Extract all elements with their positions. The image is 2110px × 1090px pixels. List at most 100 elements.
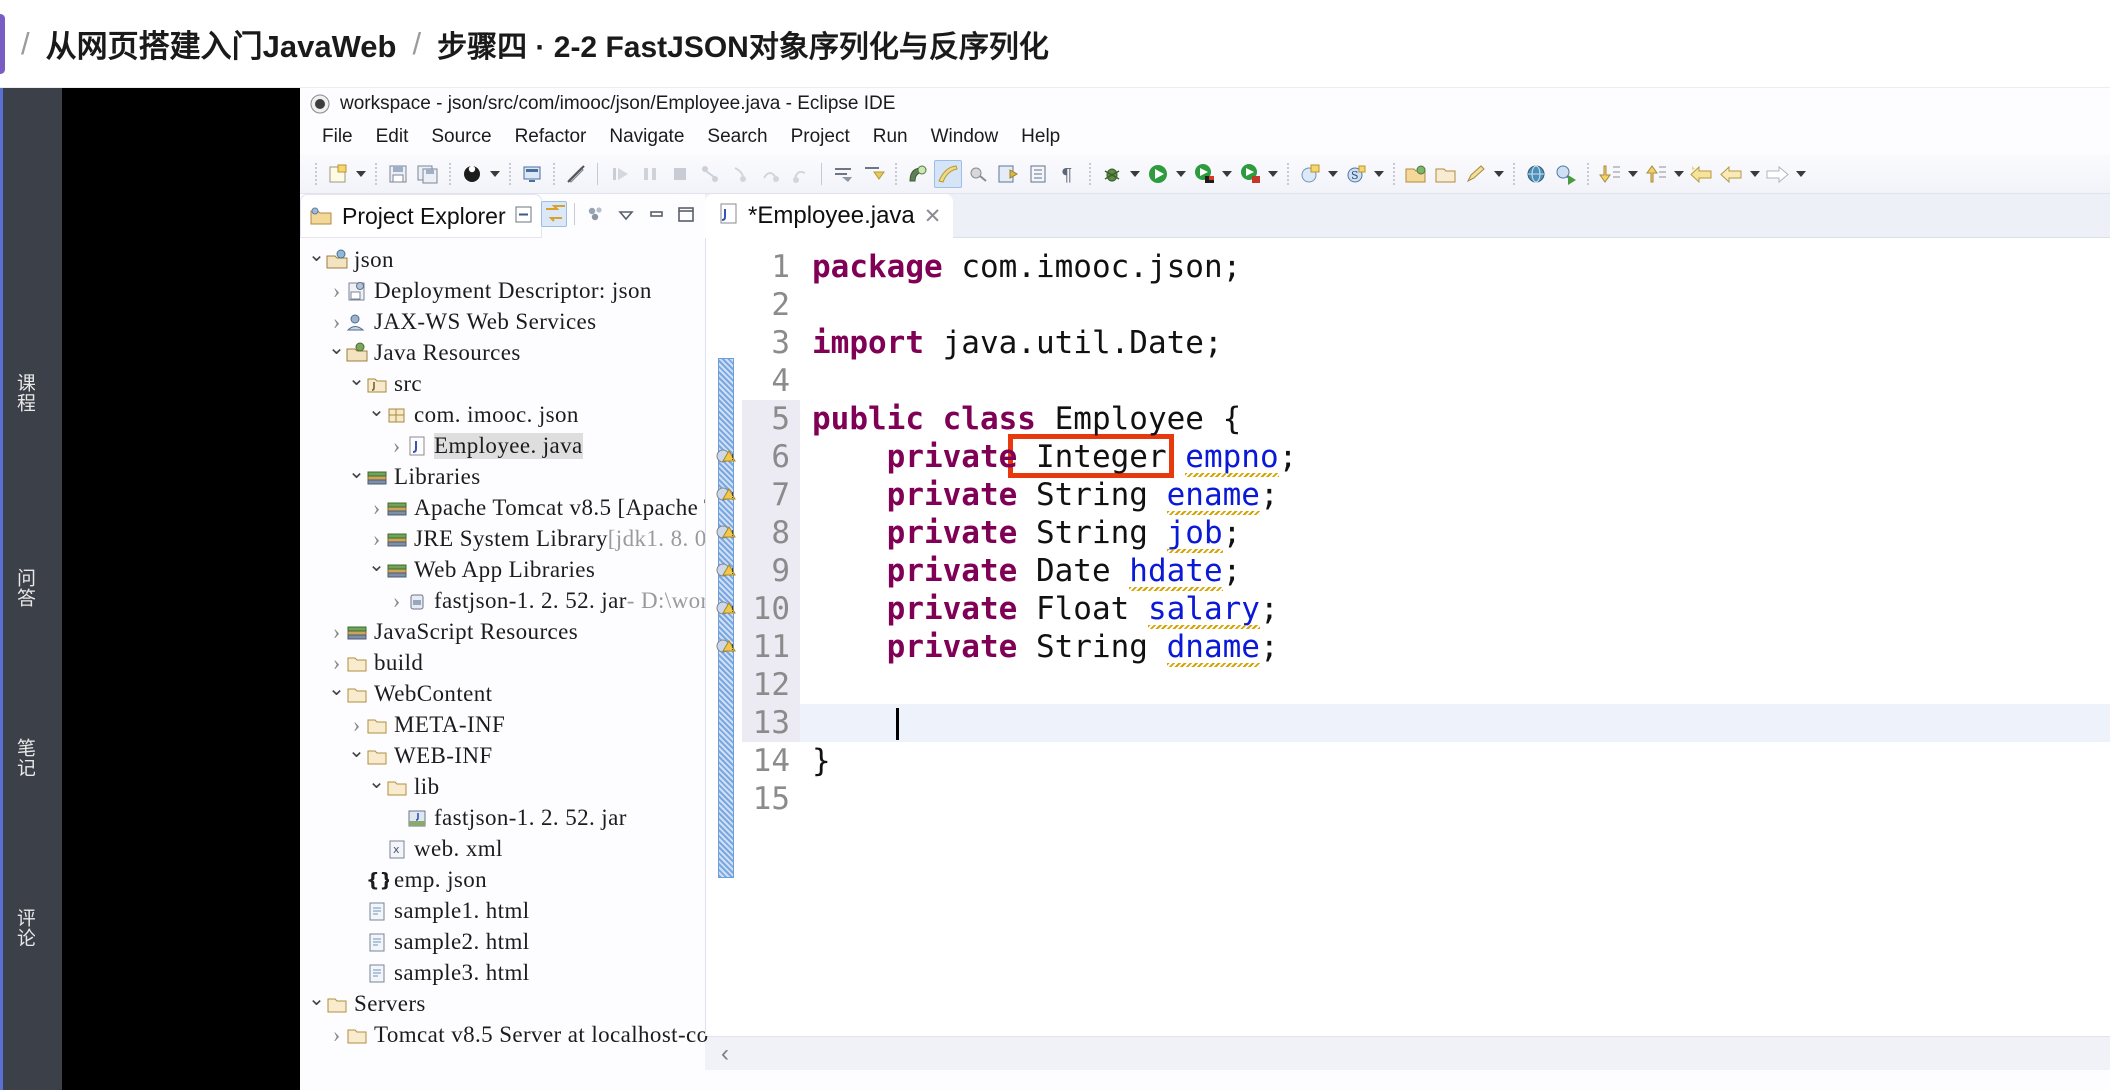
profile-icon[interactable] [1236, 160, 1264, 188]
chevron-down-icon[interactable] [308, 247, 325, 272]
rail-label-2[interactable]: 笔记 [9, 738, 35, 778]
tab-employee-java[interactable]: *Employee.java ✕ [705, 194, 954, 238]
print-icon[interactable] [458, 160, 486, 188]
previous-edit-dropdown-icon[interactable] [1672, 160, 1686, 188]
chevron-down-icon[interactable] [328, 340, 345, 365]
save-all-icon[interactable] [414, 160, 442, 188]
tree-item[interactable]: fastjson-1. 2. 52. jar [300, 802, 705, 833]
chevron-right-icon[interactable] [388, 433, 405, 459]
code-line[interactable] [800, 362, 2110, 400]
tree-item[interactable]: json [300, 244, 705, 275]
tab-project-explorer[interactable]: Project Explorer ✕ [300, 194, 543, 238]
debug-dropdown-icon[interactable] [1128, 160, 1142, 188]
menu-edit[interactable]: Edit [366, 123, 419, 151]
web-browser-icon[interactable] [1522, 160, 1550, 188]
code-line[interactable] [800, 704, 2110, 742]
tree-item[interactable]: Apache Tomcat v8.5 [Apache Tomc [300, 492, 757, 523]
back-history-icon[interactable] [1718, 160, 1746, 188]
forward-dropdown-icon[interactable] [1794, 160, 1808, 188]
code-line[interactable]: private String job; [800, 514, 2110, 552]
tree-item[interactable]: src [300, 368, 705, 399]
menu-navigate[interactable]: Navigate [599, 123, 694, 151]
code-line[interactable] [800, 780, 2110, 818]
tree-item[interactable]: Deployment Descriptor: json [300, 275, 705, 306]
menu-refactor[interactable]: Refactor [505, 123, 597, 151]
editor-tab-close-icon[interactable]: ✕ [924, 204, 942, 229]
menu-source[interactable]: Source [421, 123, 501, 151]
open-folder-icon[interactable] [1402, 160, 1430, 188]
rail-label-1[interactable]: 问答 [9, 568, 35, 608]
minimize-icon[interactable] [643, 201, 669, 227]
close-folder-icon[interactable] [1432, 160, 1460, 188]
rail-label-0[interactable]: 课程 [9, 373, 35, 413]
next-edit-dropdown-icon[interactable] [1626, 160, 1640, 188]
code-line[interactable]: } [800, 742, 2110, 780]
next-edit-icon[interactable] [1596, 160, 1624, 188]
collapse-all-icon[interactable] [511, 201, 537, 227]
toggle-mark-occurrences-icon[interactable] [562, 160, 590, 188]
menu-project[interactable]: Project [781, 123, 860, 151]
maximize-icon[interactable] [673, 201, 699, 227]
tree-item[interactable]: WEB-INF [300, 740, 705, 771]
tree-item[interactable]: sample2. html [300, 926, 705, 957]
warning-icon[interactable]: ! [715, 559, 739, 581]
chevron-down-icon[interactable] [368, 774, 385, 799]
chevron-right-icon[interactable] [328, 619, 345, 645]
chevron-down-icon[interactable] [368, 557, 385, 582]
menu-help[interactable]: Help [1011, 123, 1070, 151]
view-filters-icon[interactable] [583, 201, 609, 227]
new-class-icon[interactable]: S [1342, 160, 1370, 188]
open-task-icon[interactable] [1024, 160, 1052, 188]
run-icon[interactable] [1144, 160, 1172, 188]
chevron-down-icon[interactable] [308, 991, 325, 1016]
pilcrow-icon[interactable]: ¶ [1054, 160, 1082, 188]
previous-annotation-icon[interactable] [860, 160, 888, 188]
chevron-right-icon[interactable] [328, 650, 345, 676]
code-line[interactable]: private String ename; [800, 476, 2110, 514]
code-line[interactable]: private Float salary; [800, 590, 2110, 628]
chevron-right-icon[interactable] [368, 495, 385, 521]
code-line[interactable]: private Date hdate; [800, 552, 2110, 590]
run-dropdown-icon[interactable] [1174, 160, 1188, 188]
menu-run[interactable]: Run [863, 123, 918, 151]
chevron-right-icon[interactable] [328, 1022, 345, 1048]
code-line[interactable]: private Integer empno; [800, 438, 2110, 476]
annotation-ruler[interactable] [706, 238, 714, 1036]
back-icon[interactable] [1688, 160, 1716, 188]
tree-item[interactable]: sample1. html [300, 895, 705, 926]
next-annotation-icon[interactable] [830, 160, 858, 188]
edit-dropdown-icon[interactable] [1492, 160, 1506, 188]
project-tree[interactable]: json Deployment Descriptor: json JAX-WS We… [300, 238, 757, 1050]
tree-item[interactable]: com. imooc. json [300, 399, 705, 430]
tree-item[interactable]: Employee. java [300, 430, 705, 461]
code-line[interactable]: private String dname; [800, 628, 2110, 666]
search-icon[interactable] [904, 160, 932, 188]
tree-item[interactable]: Web App Libraries [300, 554, 705, 585]
menu-window[interactable]: Window [921, 123, 1009, 151]
new-project-dropdown-icon[interactable] [1326, 160, 1340, 188]
tree-item[interactable]: x web. xml [300, 833, 705, 864]
chevron-down-icon[interactable] [348, 464, 365, 489]
chevron-down-icon[interactable] [348, 743, 365, 768]
chevron-right-icon[interactable] [388, 588, 405, 614]
tree-item[interactable]: fastjson-1. 2. 52. jar - D:\works [300, 585, 729, 616]
scroll-left-arrow-icon[interactable]: ‹ [705, 1040, 745, 1068]
tree-item[interactable]: JRE System Library [jdk1. 8. 0_18 [300, 523, 742, 554]
run-server-icon[interactable] [1190, 160, 1218, 188]
chevron-down-icon[interactable] [368, 402, 385, 427]
open-type-icon[interactable] [994, 160, 1022, 188]
search-reference-icon[interactable] [1552, 160, 1580, 188]
tree-item[interactable]: Servers [300, 988, 705, 1019]
new-java-project-icon[interactable] [1296, 160, 1324, 188]
tree-item[interactable]: Libraries [300, 461, 705, 492]
new-wizard-icon[interactable] [324, 160, 352, 188]
menu-search[interactable]: Search [697, 123, 777, 151]
new-wizard-dropdown-icon[interactable] [354, 160, 368, 188]
code-line[interactable]: import java.util.Date; [800, 324, 2110, 362]
tree-item[interactable]: JavaScript Resources [300, 616, 705, 647]
code-line[interactable]: package com.imooc.json; [800, 248, 2110, 286]
breadcrumb-course[interactable]: 从网页搭建入门JavaWeb [46, 21, 397, 66]
editor-horizontal-scrollbar[interactable]: ‹ [705, 1036, 2110, 1070]
code-line[interactable] [800, 286, 2110, 324]
warning-icon[interactable]: ! [715, 521, 739, 543]
